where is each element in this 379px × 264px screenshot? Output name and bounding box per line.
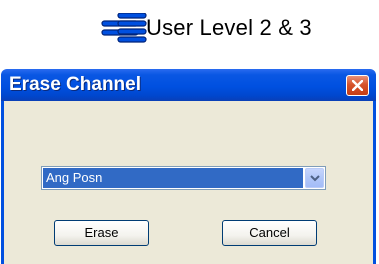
user-level-header: User Level 2 & 3 [0, 0, 379, 56]
cancel-button[interactable]: Cancel [222, 220, 317, 246]
user-level-label: User Level 2 & 3 [146, 15, 312, 40]
channel-select[interactable]: Ang Posn [41, 166, 326, 190]
erase-channel-dialog: Erase Channel Ang Posn Erase Cancel [1, 69, 376, 264]
dialog-body: Ang Posn Erase Cancel [1, 101, 376, 264]
dialog-titlebar[interactable]: Erase Channel [1, 69, 376, 101]
chevron-down-icon [310, 175, 320, 182]
close-icon [352, 80, 363, 91]
channel-select-value: Ang Posn [43, 168, 303, 188]
erase-button[interactable]: Erase [54, 220, 149, 246]
dropdown-arrow-button[interactable] [305, 168, 324, 188]
close-button[interactable] [346, 75, 369, 96]
dialog-title: Erase Channel [9, 74, 141, 95]
